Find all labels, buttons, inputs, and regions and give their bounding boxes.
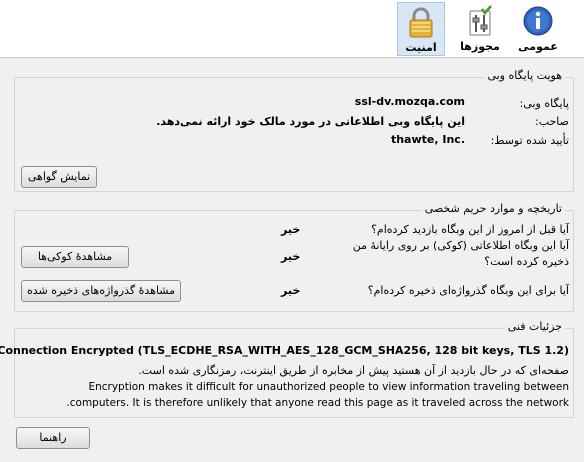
website-value: ssl-dv.mozqa.com xyxy=(354,95,465,108)
identity-legend: هویت پایگاه وبی xyxy=(484,69,565,82)
cookies-question-line1: آیا این وبگاه اطلاعاتی (کوکی) بر روی رای… xyxy=(352,239,569,252)
lock-icon xyxy=(405,6,437,38)
view-saved-passwords-button[interactable]: مشاهدهٔ گذرواژه‌های ذخیره شده xyxy=(21,280,181,302)
passwords-answer: خیر xyxy=(281,284,301,297)
technical-legend: جزئیات فنی xyxy=(504,320,565,333)
passwords-question: آیا برای این وبگاه گذرواژه‌ای ذخیره کرده… xyxy=(367,284,569,297)
technical-group: جزئیات فنی Connection Encrypted (TLS_ECD… xyxy=(0,320,574,418)
encryption-note-fa: صفحه‌ای که در حال بازدید از آن هستید پیش… xyxy=(138,364,569,377)
encryption-status: Connection Encrypted (TLS_ECDHE_RSA_WITH… xyxy=(0,344,569,357)
tab-security-label: امنیت xyxy=(405,41,437,54)
tab-permissions-label: مجوزها xyxy=(460,40,500,53)
encryption-explanation-line1: Encryption makes it difficult for unauth… xyxy=(88,381,569,393)
permissions-icon xyxy=(464,5,496,37)
cookies-answer: خیر xyxy=(281,250,301,263)
visited-answer: خیر xyxy=(281,223,301,236)
verified-label: تأیید شده توسط: xyxy=(490,134,569,147)
tab-general-label: عمومی xyxy=(518,40,558,53)
website-label: پایگاه وبی: xyxy=(519,97,569,110)
view-cookies-button[interactable]: مشاهدهٔ کوکی‌ها xyxy=(21,246,129,268)
tab-general[interactable]: عمومی xyxy=(514,2,562,56)
cookies-question-line2: ذخیره کرده است؟ xyxy=(484,255,569,268)
visited-question: آیا قبل از امروز از این وبگاه بازدید کرد… xyxy=(371,223,569,236)
info-icon xyxy=(522,5,554,37)
privacy-legend: تاریخچه و موارد حریم شخصی xyxy=(421,202,565,215)
owner-label: صاحب: xyxy=(535,115,569,128)
privacy-group: تاریخچه و موارد حریم شخصی آیا قبل از امر… xyxy=(14,202,574,312)
verified-value: thawte, Inc. xyxy=(390,133,465,146)
owner-value: این پایگاه وبی اطلاعاتی در مورد مالک خود… xyxy=(156,115,465,128)
help-button[interactable]: راهنما xyxy=(16,427,90,449)
toolbar: امنیت مجوزها عمومی xyxy=(0,0,584,58)
tab-security[interactable]: امنیت xyxy=(397,2,445,56)
view-certificate-button[interactable]: نمایش گواهی xyxy=(21,166,97,188)
identity-group: هویت پایگاه وبی پایگاه وبی: ssl-dv.mozqa… xyxy=(14,69,574,192)
encryption-explanation-line2: computers. It is therefore unlikely that… xyxy=(66,397,569,409)
tab-permissions[interactable]: مجوزها xyxy=(454,2,506,56)
